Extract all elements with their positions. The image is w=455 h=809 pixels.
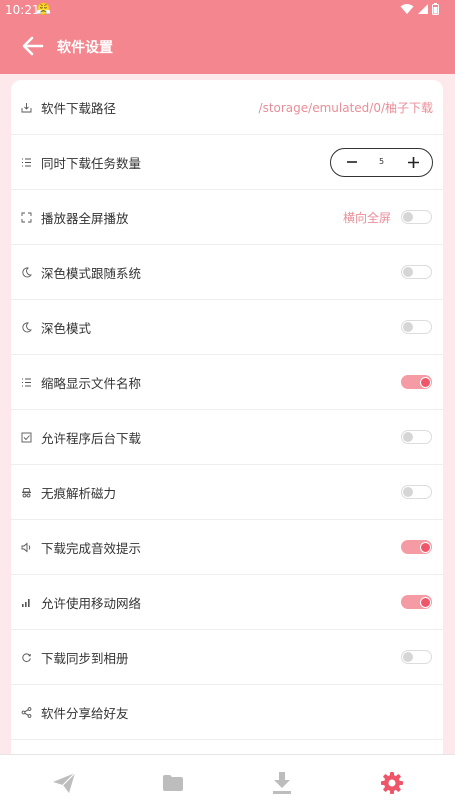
setting-incognito-magnet: 无痕解析磁力 — [11, 465, 443, 520]
setting-label: 播放器全屏播放 — [41, 210, 129, 226]
moon-icon — [20, 321, 32, 333]
sync-icon — [20, 651, 32, 663]
setting-label: 下载同步到相册 — [41, 650, 129, 666]
setting-label: 同时下载任务数量 — [41, 155, 142, 171]
plus-icon — [407, 156, 419, 168]
mobile-network-toggle[interactable] — [401, 595, 432, 609]
setting-concurrent-tasks: 同时下载任务数量 5 — [11, 135, 443, 190]
status-emoji: 😤 — [36, 2, 51, 16]
nav-settings[interactable] — [378, 769, 406, 797]
setting-share-app[interactable]: 软件分享给好友 — [11, 685, 443, 740]
folder-path-icon — [20, 101, 32, 113]
battery-icon — [432, 3, 439, 15]
status-bar: 10:21 😤 — [0, 0, 455, 20]
sync-album-toggle[interactable] — [401, 650, 432, 664]
setting-player-fullscreen: 播放器全屏播放 横向全屏 — [11, 190, 443, 245]
download-icon — [273, 772, 291, 794]
setting-complete-sound: 下载完成音效提示 — [11, 520, 443, 575]
moon-icon — [20, 266, 32, 278]
signal-bars-icon — [20, 596, 32, 608]
nav-files[interactable] — [159, 769, 187, 797]
setting-label: 深色模式 — [41, 320, 92, 336]
paper-plane-icon — [53, 772, 76, 793]
incognito-icon — [20, 486, 32, 498]
nav-downloads[interactable] — [268, 769, 296, 797]
short-file-name-toggle[interactable] — [401, 375, 432, 389]
setting-label: 缩略显示文件名称 — [41, 375, 142, 391]
folder-icon — [163, 775, 183, 791]
concurrent-tasks-stepper[interactable]: 5 — [330, 147, 433, 177]
setting-label: 下载完成音效提示 — [41, 540, 142, 556]
increment-button[interactable] — [398, 149, 428, 176]
arrow-left-icon — [22, 36, 44, 56]
list-icon — [20, 376, 32, 388]
checkbox-icon — [20, 431, 32, 443]
status-icons — [400, 3, 439, 15]
setting-dark-follow-system: 深色模式跟随系统 — [11, 245, 443, 300]
wifi-icon — [400, 4, 414, 14]
fullscreen-mode-value[interactable]: 横向全屏 — [343, 209, 391, 226]
fullscreen-icon — [20, 211, 32, 223]
setting-label: 深色模式跟随系统 — [41, 265, 142, 281]
gear-icon — [381, 772, 403, 794]
speaker-icon — [20, 541, 32, 553]
setting-mobile-network: 允许使用移动网络 — [11, 575, 443, 630]
nav-send[interactable] — [50, 769, 78, 797]
signal-icon — [418, 4, 428, 14]
setting-dark-mode: 深色模式 — [11, 300, 443, 355]
settings-list: 软件下载路径 /storage/emulated/0/柚子下载 同时下载任务数量… — [11, 80, 443, 760]
back-button[interactable] — [18, 31, 48, 61]
setting-label: 允许使用移动网络 — [41, 595, 142, 611]
setting-label: 软件分享给好友 — [41, 705, 129, 721]
setting-label: 软件下载路径 — [41, 100, 117, 116]
dark-mode-toggle[interactable] — [401, 320, 432, 334]
list-icon — [20, 156, 32, 168]
download-path-value[interactable]: /storage/emulated/0/柚子下载 — [259, 99, 433, 116]
background-download-toggle[interactable] — [401, 430, 432, 444]
page-title: 软件设置 — [57, 40, 113, 56]
incognito-magnet-toggle[interactable] — [401, 485, 432, 499]
setting-sync-album: 下载同步到相册 — [11, 630, 443, 685]
app-bar: 10:21 😤 软件设置 — [0, 0, 455, 74]
setting-background-download: 允许程序后台下载 — [11, 410, 443, 465]
bottom-nav — [0, 754, 455, 809]
status-time: 10:21 — [5, 3, 40, 17]
setting-download-path[interactable]: 软件下载路径 /storage/emulated/0/柚子下载 — [11, 80, 443, 135]
setting-label: 无痕解析磁力 — [41, 485, 117, 501]
setting-short-file-name: 缩略显示文件名称 — [11, 355, 443, 410]
complete-sound-toggle[interactable] — [401, 540, 432, 554]
player-fullscreen-toggle[interactable] — [401, 210, 432, 224]
setting-label: 允许程序后台下载 — [41, 430, 142, 446]
dark-follow-system-toggle[interactable] — [401, 265, 432, 279]
share-icon — [20, 706, 32, 718]
